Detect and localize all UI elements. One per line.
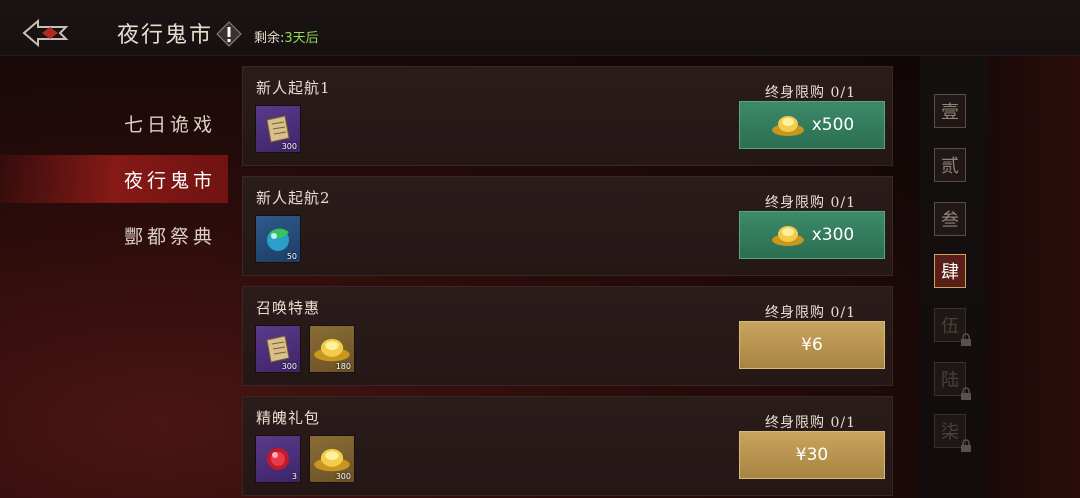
jade-orb-icon [267,228,289,251]
gold-ingot-icon [771,226,804,246]
buy-button-label: ¥6 [801,335,823,355]
buy-button[interactable]: ¥6 [739,321,885,369]
scroll-icon [266,335,290,363]
page-tab-label: 肆 [941,262,959,283]
remaining-value: 3天后 [284,31,319,46]
sidebar-item-label: 酆都祭典 [123,225,216,248]
page-title: 夜行鬼市 [117,23,214,48]
page-tab-3[interactable]: 叁 [934,202,966,236]
item-quantity: 300 [281,142,297,151]
purchase-limit: 终身限购 0/1 [765,415,856,431]
page-tab-label: 壹 [941,102,959,123]
buy-button[interactable]: ¥30 [739,431,885,479]
reward-items: 3 300 [255,435,355,483]
page-tab-label: 叁 [941,210,959,231]
gold-ingot-icon [314,339,350,362]
red-orb-icon [267,448,289,470]
lock-icon [961,439,971,452]
buy-button-label: x500 [811,115,855,135]
back-arrow-icon [22,18,69,48]
buy-button[interactable]: x500 [739,101,885,149]
gold-ingot-icon [314,449,350,472]
back-button[interactable] [16,12,76,54]
sidebar: 七日诡戏 夜行鬼市 酆都祭典 [0,56,228,498]
card-title: 召唤特惠 [256,299,321,317]
buy-button[interactable]: x300 [739,211,885,259]
reward-item[interactable]: 300 [255,105,301,153]
top-bar: 夜行鬼市 剩余:3天后 [0,0,1080,56]
shop-card: 新人起航1 终身限购 0/1 300 x500 [242,66,893,166]
reward-item[interactable]: 180 [309,325,355,373]
card-title: 精魄礼包 [256,409,321,427]
page-tab-2[interactable]: 贰 [934,148,966,182]
page-tab-6[interactable]: 陆 [934,362,971,400]
lock-icon [961,333,971,346]
item-quantity: 50 [286,252,297,261]
item-quantity: 300 [335,472,351,481]
gold-ingot-icon [771,116,804,136]
card-title: 新人起航2 [256,189,331,207]
reward-item[interactable]: 3 [255,435,301,483]
buy-button-label: ¥30 [795,445,829,465]
reward-items: 50 [255,215,301,263]
shop-card: 召唤特惠 终身限购 0/1 300 180 ¥6 [242,286,893,386]
page-tab-bar: 壹 贰 叁 肆 伍 陆 柒 [920,56,986,498]
sidebar-item-label: 夜行鬼市 [123,169,216,192]
page-tab-label: 柒 [941,422,959,443]
page-tab-1[interactable]: 壹 [934,94,966,128]
reward-item[interactable]: 300 [255,325,301,373]
scroll-icon [266,115,290,143]
page-tab-label: 陆 [941,370,959,391]
info-button[interactable] [216,21,242,47]
purchase-limit: 终身限购 0/1 [765,195,856,211]
page-tab-4[interactable]: 肆 [934,254,966,288]
page-tab-7[interactable]: 柒 [934,414,971,452]
shop-card: 新人起航2 终身限购 0/1 50 x300 [242,176,893,276]
info-icon [216,21,242,47]
lock-icon [961,387,971,400]
reward-item[interactable]: 300 [309,435,355,483]
sidebar-item-yexing[interactable]: 夜行鬼市 [0,155,228,203]
buy-button-label: x300 [811,225,855,245]
item-quantity: 180 [335,362,351,371]
item-quantity: 3 [291,472,297,481]
reward-items: 300 180 [255,325,355,373]
reward-item[interactable]: 50 [255,215,301,263]
sidebar-item-fengdu[interactable]: 酆都祭典 [0,211,228,259]
page-tab-5[interactable]: 伍 [934,308,971,346]
purchase-limit: 终身限购 0/1 [765,85,856,101]
page-tab-label: 伍 [941,316,959,337]
page-tab-label: 贰 [941,156,959,177]
purchase-limit: 终身限购 0/1 [765,305,856,321]
shop-card: 精魄礼包 终身限购 0/1 3 300 ¥30 [242,396,893,496]
decorative-edge [986,56,1080,498]
shop-list[interactable]: 新人起航1 终身限购 0/1 300 x500 新人起航2 终身限购 0/1 5… [242,66,894,498]
sidebar-item-qiri[interactable]: 七日诡戏 [0,99,228,147]
remaining-time: 剩余:3天后 [254,27,319,46]
remaining-label: 剩余: [254,31,285,46]
reward-items: 300 [255,105,301,153]
card-title: 新人起航1 [256,79,331,97]
sidebar-item-label: 七日诡戏 [123,113,216,136]
item-quantity: 300 [281,362,297,371]
